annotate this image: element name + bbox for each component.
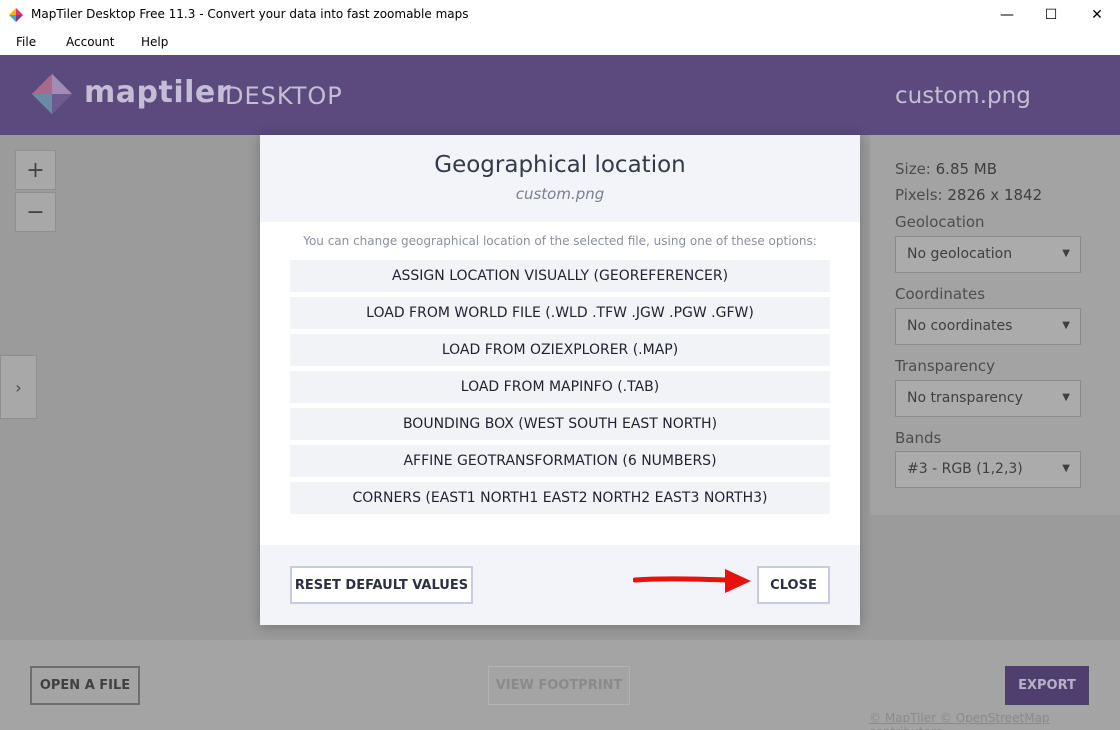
dropdown-caret-icon: ▼	[1062, 320, 1070, 331]
red-arrow-annotation-icon	[633, 569, 751, 593]
file-size-value: 6.85 MB	[935, 160, 998, 178]
menu-bar: File Account Help	[0, 30, 1120, 55]
geolocation-label: Geolocation	[895, 213, 985, 231]
option-world-file[interactable]: LOAD FROM WORLD FILE (.WLD .TFW .JGW .PG…	[290, 297, 830, 329]
menu-help[interactable]: Help	[141, 35, 168, 49]
window-titlebar: MapTiler Desktop Free 11.3 - Convert you…	[0, 0, 1120, 30]
maptiler-logo	[32, 74, 72, 114]
reset-default-values-button[interactable]: RESET DEFAULT VALUES	[290, 566, 473, 604]
brand-suffix: DESKTOP	[225, 82, 343, 110]
file-pixels: Pixels: 2826 x 1842	[895, 186, 1042, 204]
dialog-title: Geographical location	[434, 152, 686, 178]
dropdown-caret-icon: ▼	[1062, 463, 1070, 474]
bands-value: #3 - RGB (1,2,3)	[907, 461, 1023, 477]
dialog-subtitle: custom.png	[515, 185, 605, 203]
option-georeferencer[interactable]: ASSIGN LOCATION VISUALLY (GEOREFERENCER)	[290, 260, 830, 292]
coordinates-select[interactable]: No coordinates ▼	[895, 308, 1081, 345]
transparency-select[interactable]: No transparency ▼	[895, 380, 1081, 417]
file-size-label: Size:	[895, 160, 931, 178]
brand-name: maptiler	[84, 75, 232, 110]
sidebar-toggle-chevron-icon[interactable]: ›	[0, 355, 37, 419]
option-affine[interactable]: AFFINE GEOTRANSFORMATION (6 NUMBERS)	[290, 445, 830, 477]
dialog-header	[260, 135, 860, 222]
option-corners[interactable]: CORNERS (EAST1 NORTH1 EAST2 NORTH2 EAST3…	[290, 482, 830, 514]
option-oziexplorer[interactable]: LOAD FROM OZIEXPLORER (.MAP)	[290, 334, 830, 366]
bands-label: Bands	[895, 429, 942, 447]
dropdown-caret-icon: ▼	[1062, 392, 1070, 403]
option-bounding-box[interactable]: BOUNDING BOX (WEST SOUTH EAST NORTH)	[290, 408, 830, 440]
transparency-label: Transparency	[895, 357, 996, 375]
menu-file[interactable]: File	[16, 35, 36, 49]
header-filename: custom.png	[895, 83, 1031, 109]
file-pixels-value: 2826 x 1842	[947, 186, 1043, 204]
menu-account[interactable]: Account	[66, 35, 114, 49]
maptiler-app-icon	[9, 8, 23, 22]
dialog-intro: You can change geographical location of …	[303, 234, 817, 248]
map-attribution[interactable]: © MapTiler © OpenStreetMap contributors	[869, 711, 1120, 730]
coordinates-value: No coordinates	[907, 318, 1013, 334]
geographical-location-dialog: Geographical location custom.png You can…	[260, 135, 860, 625]
export-button[interactable]: EXPORT	[1005, 666, 1089, 705]
zoom-out-button[interactable]: −	[15, 192, 56, 232]
zoom-in-button[interactable]: +	[15, 150, 56, 190]
window-title: MapTiler Desktop Free 11.3 - Convert you…	[31, 7, 469, 21]
transparency-value: No transparency	[907, 390, 1023, 406]
close-window-button[interactable]: ✕	[1074, 0, 1120, 30]
view-footprint-button[interactable]: VIEW FOOTPRINT	[488, 666, 630, 705]
app-header: maptiler DESKTOP custom.png	[0, 55, 1120, 135]
option-mapinfo[interactable]: LOAD FROM MAPINFO (.TAB)	[290, 371, 830, 403]
open-file-button[interactable]: OPEN A FILE	[30, 666, 140, 705]
maximize-button[interactable]: ☐	[1028, 0, 1074, 30]
minimize-button[interactable]: —	[984, 0, 1030, 30]
dialog-close-button[interactable]: CLOSE	[757, 566, 830, 604]
geolocation-value: No geolocation	[907, 246, 1013, 262]
coordinates-label: Coordinates	[895, 285, 986, 303]
dropdown-caret-icon: ▼	[1062, 248, 1070, 259]
file-size: Size: 6.85 MB	[895, 160, 997, 178]
bands-select[interactable]: #3 - RGB (1,2,3) ▼	[895, 451, 1081, 488]
geolocation-select[interactable]: No geolocation ▼	[895, 236, 1081, 273]
file-pixels-label: Pixels:	[895, 186, 943, 204]
